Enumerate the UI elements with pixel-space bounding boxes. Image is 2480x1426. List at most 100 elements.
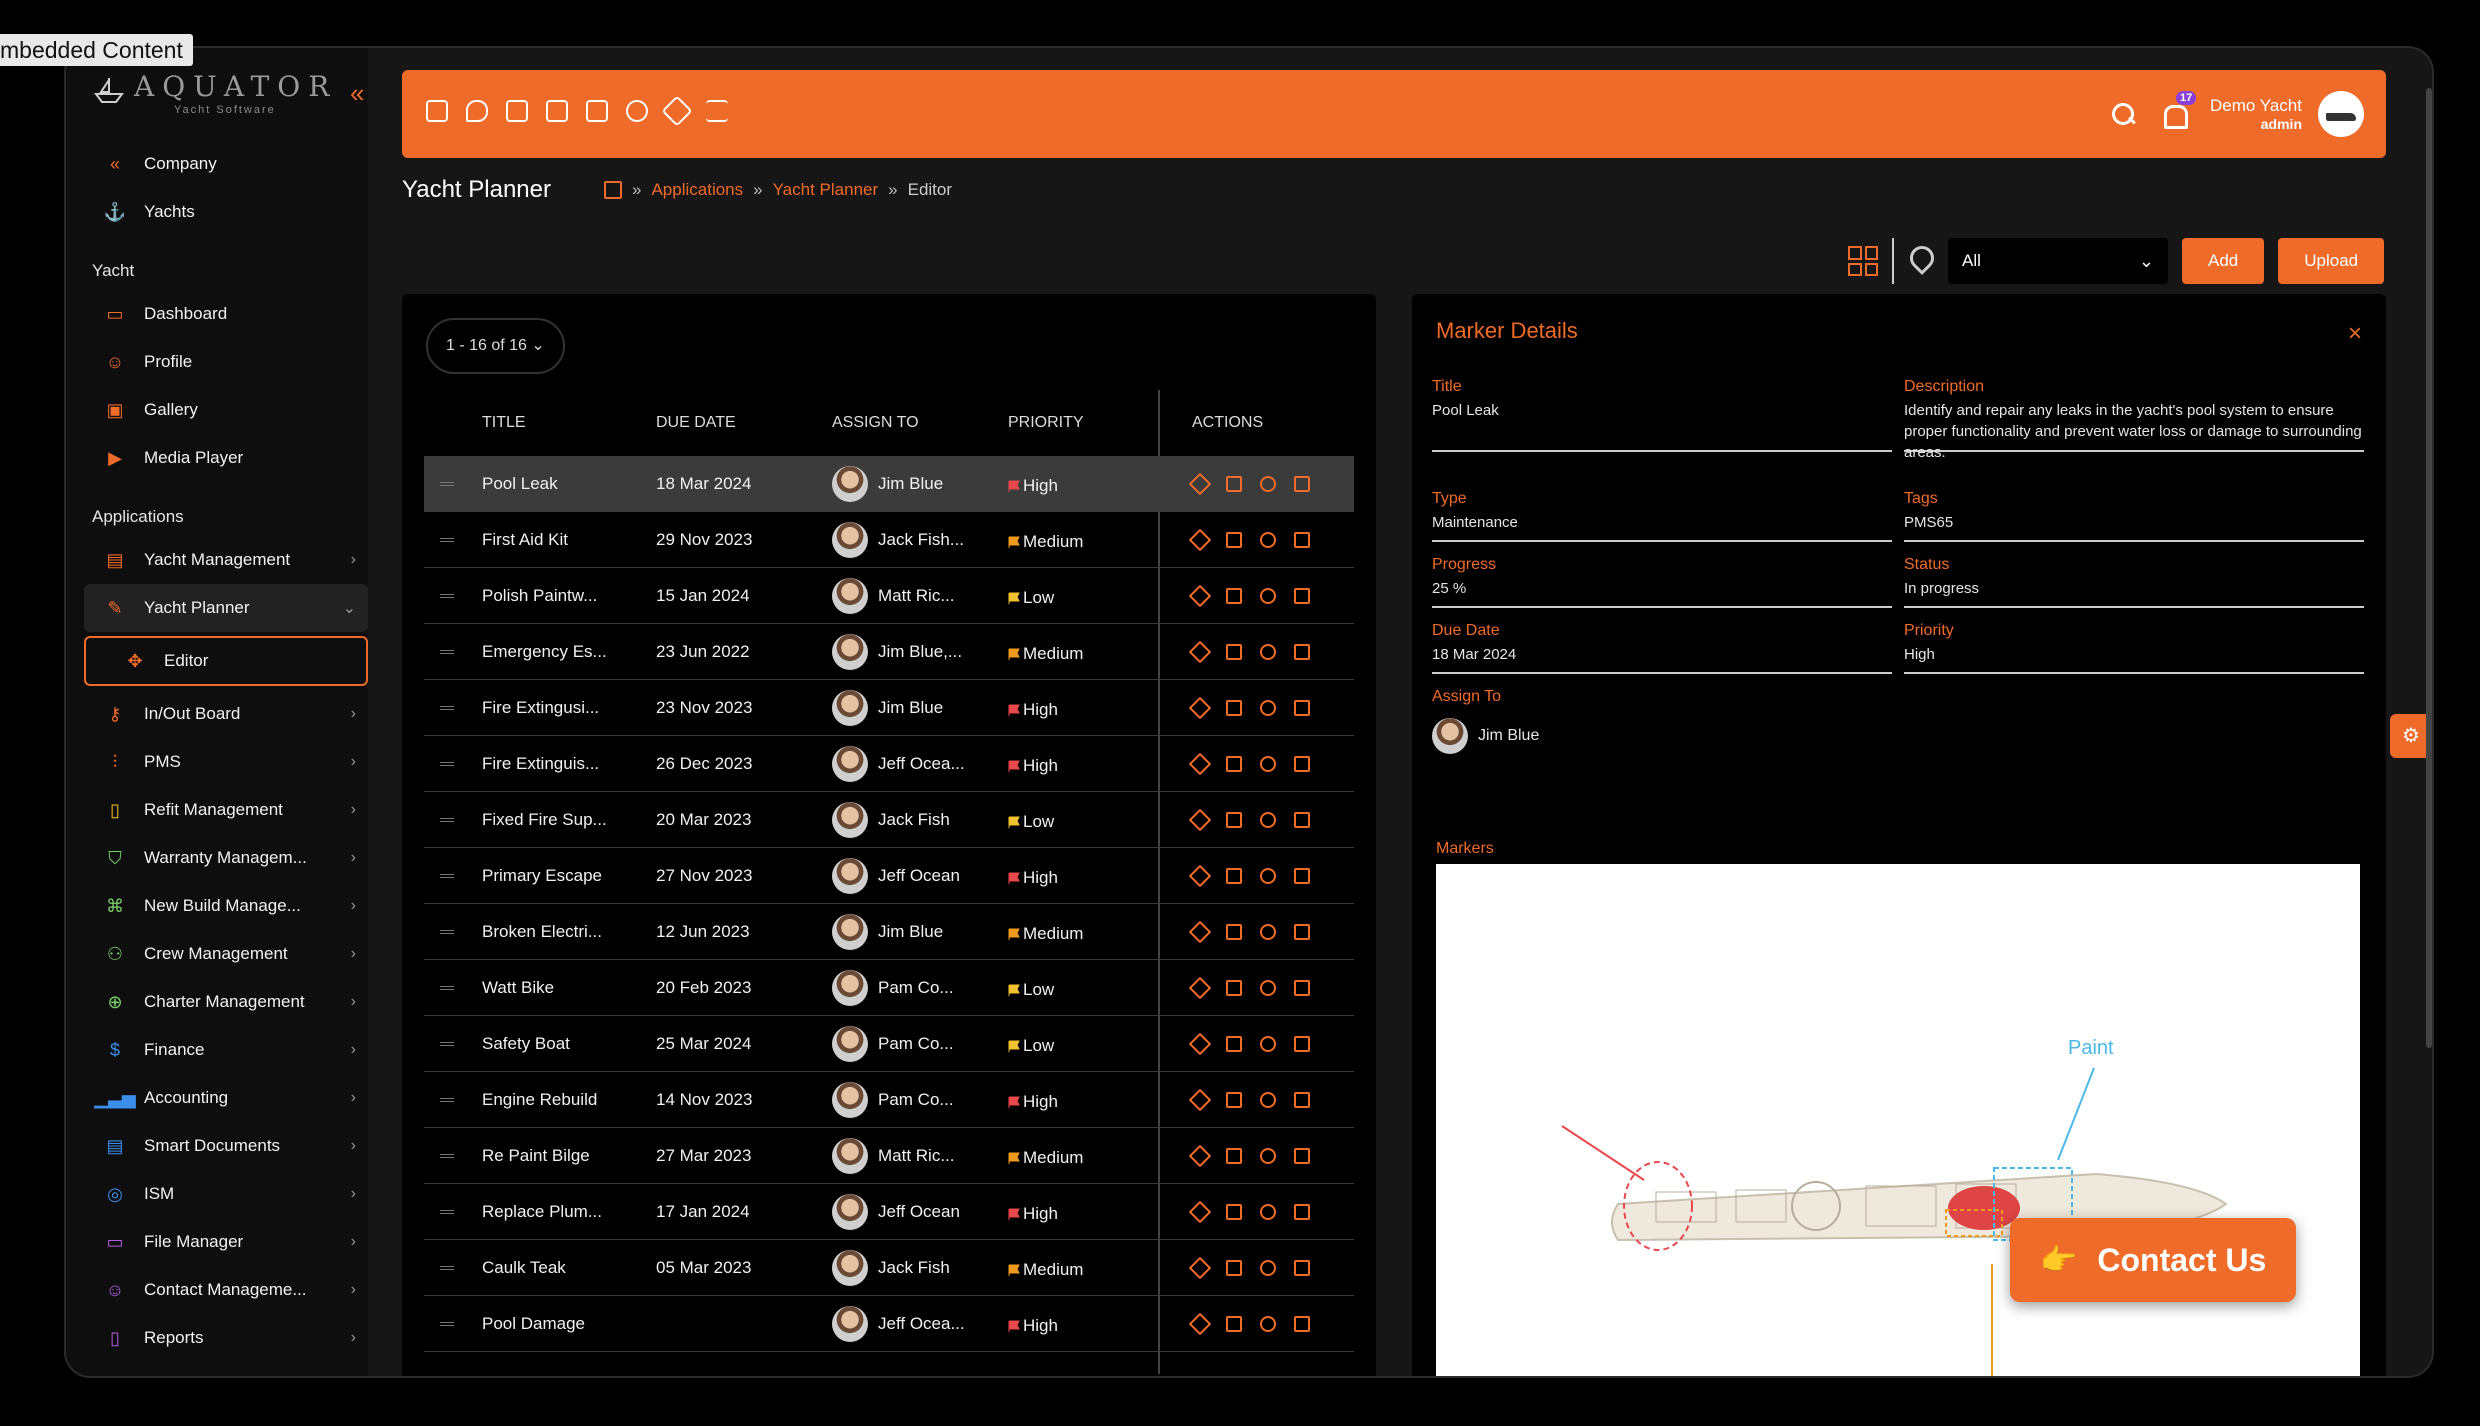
bell-icon[interactable]: 17	[2160, 91, 2197, 129]
drag-handle-icon[interactable]	[440, 1322, 454, 1326]
drag-handle-icon[interactable]	[440, 538, 454, 542]
eye-icon[interactable]	[1260, 980, 1276, 996]
sidebar-item-finance[interactable]: $ Finance ›	[84, 1026, 368, 1074]
edit-icon[interactable]	[1188, 1088, 1212, 1112]
table-row[interactable]: Watt Bike 20 Feb 2023 Pam Co... Low	[424, 960, 1354, 1016]
edit-icon[interactable]	[1188, 1312, 1212, 1336]
column-header-title[interactable]: TITLE	[482, 414, 526, 432]
table-row[interactable]: First Aid Kit 29 Nov 2023 Jack Fish... Medi…	[424, 512, 1354, 568]
calendar-icon[interactable]	[1294, 476, 1310, 492]
calendar-icon[interactable]	[1294, 980, 1310, 996]
table-row[interactable]: Broken Electri... 12 Jun 2023 Jim Blue Medi…	[424, 904, 1354, 960]
trash-icon[interactable]	[1226, 1092, 1242, 1108]
edit-icon[interactable]	[1188, 1200, 1212, 1224]
sidebar-item-gallery[interactable]: ▣ Gallery	[84, 386, 368, 434]
upload-button[interactable]: Upload	[2278, 238, 2385, 284]
calendar-icon[interactable]	[1294, 644, 1310, 660]
calendar-icon[interactable]	[1294, 924, 1310, 940]
home-icon[interactable]	[604, 181, 622, 199]
breadcrumb-yacht-planner[interactable]: Yacht Planner	[773, 180, 879, 200]
table-row[interactable]: Pool Leak 18 Mar 2024 Jim Blue High	[424, 456, 1354, 512]
edit-icon[interactable]	[1188, 1032, 1212, 1056]
sidebar-item-new-build-management[interactable]: ⌘ New Build Manage... ›	[84, 882, 368, 930]
sidebar-item-reports[interactable]: ▯ Reports ›	[84, 1314, 368, 1362]
sidebar-item-charter-management[interactable]: ⊕ Charter Management ›	[84, 978, 368, 1026]
pagination-select[interactable]: 1 - 16 of 16 ⌄	[426, 318, 565, 374]
table-row[interactable]: Polish Paintw... 15 Jan 2024 Matt Ric... Lo…	[424, 568, 1354, 624]
help-circle-icon[interactable]	[626, 100, 648, 122]
trash-icon[interactable]	[1226, 1204, 1242, 1220]
sidebar-item-file-manager[interactable]: ▭ File Manager ›	[84, 1218, 368, 1266]
eye-icon[interactable]	[1260, 868, 1276, 884]
trash-icon[interactable]	[1226, 700, 1242, 716]
sidebar-item-accounting[interactable]: ▁▃▅ Accounting ›	[84, 1074, 368, 1122]
table-row[interactable]: Fire Extinguis... 26 Dec 2023 Jeff Ocea...…	[424, 736, 1354, 792]
edit-icon[interactable]	[1188, 808, 1212, 832]
drag-handle-icon[interactable]	[440, 1042, 454, 1046]
brand-logo[interactable]: AQUATOR Yacht Software «	[92, 70, 372, 120]
star-icon[interactable]	[661, 95, 693, 127]
eye-icon[interactable]	[1260, 1316, 1276, 1332]
trash-icon[interactable]	[1226, 532, 1242, 548]
calendar-icon[interactable]	[1294, 1316, 1310, 1332]
drag-handle-icon[interactable]	[440, 1266, 454, 1270]
sidebar-item-pms[interactable]: ⫶ PMS ›	[84, 738, 368, 786]
eye-icon[interactable]	[1260, 532, 1276, 548]
drag-handle-icon[interactable]	[440, 930, 454, 934]
map-pin-icon[interactable]	[1908, 246, 1934, 276]
table-row[interactable]: Engine Rebuild 14 Nov 2023 Pam Co... High	[424, 1072, 1354, 1128]
table-row[interactable]: Pool Damage Jeff Ocea... High	[424, 1296, 1354, 1352]
edit-icon[interactable]	[1188, 976, 1212, 1000]
sidebar-item-smart-documents[interactable]: ▤ Smart Documents ›	[84, 1122, 368, 1170]
drag-handle-icon[interactable]	[440, 482, 454, 486]
edit-icon[interactable]	[1188, 696, 1212, 720]
contact-us-button[interactable]: 👉 Contact Us	[2010, 1218, 2296, 1302]
trash-icon[interactable]	[1226, 812, 1242, 828]
drag-handle-icon[interactable]	[440, 986, 454, 990]
sidebar-item-media-player[interactable]: ▶ Media Player	[84, 434, 368, 482]
calendar-icon[interactable]	[1294, 588, 1310, 604]
column-header-due-date[interactable]: DUE DATE	[656, 414, 736, 432]
edit-icon[interactable]	[1188, 1144, 1212, 1168]
column-header-priority[interactable]: PRIORITY	[1008, 414, 1084, 432]
eye-icon[interactable]	[1260, 588, 1276, 604]
sidebar-item-in-out-board[interactable]: ⚷ In/Out Board ›	[84, 690, 368, 738]
sidebar-item-yacht-management[interactable]: ▤ Yacht Management ›	[84, 536, 368, 584]
calendar-icon[interactable]	[1294, 868, 1310, 884]
drag-handle-icon[interactable]	[440, 762, 454, 766]
eye-icon[interactable]	[1260, 644, 1276, 660]
eye-icon[interactable]	[1260, 924, 1276, 940]
table-row[interactable]: Caulk Teak 05 Mar 2023 Jack Fish Medium	[424, 1240, 1354, 1296]
drag-handle-icon[interactable]	[440, 650, 454, 654]
eye-icon[interactable]	[1260, 756, 1276, 772]
drag-handle-icon[interactable]	[440, 818, 454, 822]
edit-icon[interactable]	[1188, 528, 1212, 552]
trash-icon[interactable]	[1226, 1036, 1242, 1052]
table-row[interactable]: Fixed Fire Sup... 20 Mar 2023 Jack Fish Low	[424, 792, 1354, 848]
sidebar-item-crew-management[interactable]: ⚇ Crew Management ›	[84, 930, 368, 978]
trash-icon[interactable]	[1226, 924, 1242, 940]
sidebar-item-ism[interactable]: ◎ ISM ›	[84, 1170, 368, 1218]
table-row[interactable]: Emergency Es... 23 Jun 2022 Jim Blue,... Me…	[424, 624, 1354, 680]
trash-icon[interactable]	[1226, 1316, 1242, 1332]
eye-icon[interactable]	[1260, 1260, 1276, 1276]
sidebar-item-contact-management[interactable]: ☺ Contact Manageme... ›	[84, 1266, 368, 1314]
close-icon[interactable]: ×	[2348, 320, 2362, 348]
table-row[interactable]: Re Paint Bilge 27 Mar 2023 Matt Ric... Medi…	[424, 1128, 1354, 1184]
table-row[interactable]: Primary Escape 27 Nov 2023 Jeff Ocean High	[424, 848, 1354, 904]
drag-handle-icon[interactable]	[440, 1154, 454, 1158]
table-row[interactable]: Safety Boat 25 Mar 2024 Pam Co... Low	[424, 1016, 1354, 1072]
table-row[interactable]: Fire Extingusi... 23 Nov 2023 Jim Blue High	[424, 680, 1354, 736]
eye-icon[interactable]	[1260, 476, 1276, 492]
calendar-icon[interactable]	[1294, 1260, 1310, 1276]
eye-icon[interactable]	[1260, 1092, 1276, 1108]
trash-icon[interactable]	[1226, 476, 1242, 492]
edit-icon[interactable]	[1188, 584, 1212, 608]
sidebar-item-company[interactable]: « Company	[84, 140, 368, 188]
calendar-icon[interactable]	[1294, 1204, 1310, 1220]
search-icon[interactable]	[2110, 101, 2136, 127]
edit-icon[interactable]	[1188, 1256, 1212, 1280]
vertical-scrollbar[interactable]	[2426, 88, 2432, 1048]
trash-icon[interactable]	[1226, 756, 1242, 772]
drag-handle-icon[interactable]	[440, 1210, 454, 1214]
